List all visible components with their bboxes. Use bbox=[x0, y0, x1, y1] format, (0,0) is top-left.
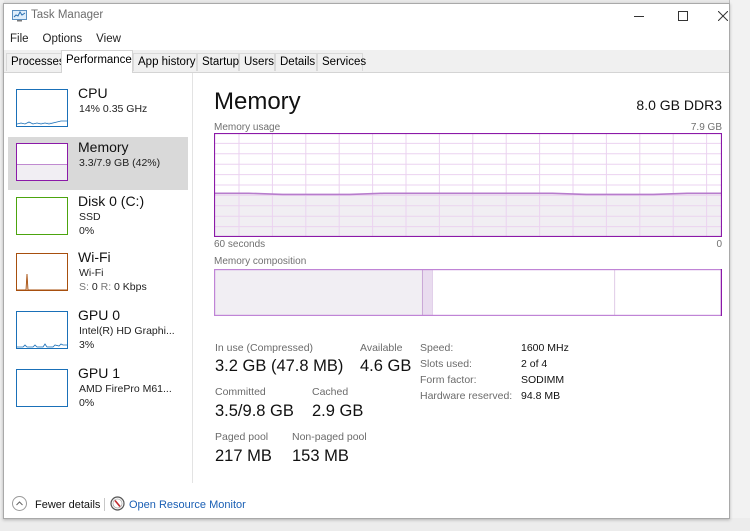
form-factor-label: Form factor: bbox=[420, 374, 477, 386]
usage-area bbox=[215, 193, 721, 236]
close-icon bbox=[718, 11, 728, 21]
footer-divider bbox=[104, 498, 105, 511]
menu-view[interactable]: View bbox=[89, 30, 128, 50]
task-manager-app-icon bbox=[12, 10, 27, 22]
time-axis-right: 0 bbox=[716, 239, 722, 250]
page-title: Memory bbox=[214, 88, 301, 115]
disk-usage: 0% bbox=[79, 225, 95, 237]
memory-composition-label: Memory composition bbox=[214, 256, 307, 267]
tab-processes[interactable]: Processes bbox=[6, 53, 65, 71]
tab-performance[interactable]: Performance bbox=[61, 50, 133, 73]
task-manager-window: Task Manager File Options View Processes… bbox=[3, 3, 730, 519]
performance-sidebar: CPU 14% 0.35 GHz Memory 3.3/7.9 GB (42%)… bbox=[4, 73, 193, 483]
non-paged-pool-label: Non-paged pool bbox=[292, 431, 367, 443]
hardware-reserved-label: Hardware reserved: bbox=[420, 390, 513, 402]
background-window-bottom bbox=[0, 518, 750, 531]
wifi-throughput: S: 0 R: 0 Kbps bbox=[79, 281, 147, 293]
gpu0-usage: 3% bbox=[79, 339, 95, 351]
menu-options[interactable]: Options bbox=[36, 30, 90, 50]
slots-used-value: 2 of 4 bbox=[521, 358, 548, 370]
memory-usage-graph bbox=[214, 133, 722, 237]
gpu0-model: Intel(R) HD Graphi... bbox=[79, 325, 175, 337]
paged-pool-label: Paged pool bbox=[215, 431, 269, 443]
maximize-button[interactable] bbox=[664, 4, 702, 28]
gpu1-label: GPU 1 bbox=[78, 365, 121, 381]
window-title: Task Manager bbox=[31, 9, 104, 21]
sidebar-item-gpu-1[interactable]: GPU 1 AMD FirePro M61... 0% bbox=[8, 363, 188, 416]
open-resource-monitor-link[interactable]: Open Resource Monitor bbox=[129, 499, 246, 511]
memory-usage: 3.3/7.9 GB (42%) bbox=[79, 157, 161, 169]
wifi-thumbnail-graph bbox=[16, 253, 68, 291]
disk-type: SSD bbox=[79, 211, 101, 223]
memory-detail-pane: Memory 8.0 GB DDR3 Memory usage 7.9 GB 6… bbox=[214, 73, 722, 483]
resource-monitor-icon bbox=[110, 496, 125, 511]
paged-pool-value: 217 MB bbox=[215, 447, 272, 465]
sidebar-item-disk-0[interactable]: Disk 0 (C:) SSD 0% bbox=[8, 191, 188, 244]
sidebar-item-cpu[interactable]: CPU 14% 0.35 GHz bbox=[8, 83, 188, 136]
gpu0-label: GPU 0 bbox=[78, 307, 121, 323]
chevron-up-icon bbox=[16, 501, 23, 506]
in-use-value: 3.2 GB (47.8 MB) bbox=[215, 357, 344, 375]
form-factor-value: SODIMM bbox=[521, 374, 565, 386]
minimize-icon bbox=[634, 16, 644, 17]
fewer-details-button[interactable]: Fewer details bbox=[35, 499, 100, 511]
cached-value: 2.9 GB bbox=[312, 402, 364, 420]
memory-spec: 8.0 GB DDR3 bbox=[636, 97, 722, 113]
menu-bar: File Options View bbox=[4, 30, 128, 50]
memory-usage-max: 7.9 GB bbox=[690, 122, 722, 133]
minimize-button[interactable] bbox=[620, 4, 658, 28]
background-window-right bbox=[729, 0, 750, 531]
hardware-reserved-value: 94.8 MB bbox=[521, 390, 561, 402]
menu-file[interactable]: File bbox=[4, 30, 36, 50]
committed-value: 3.5/9.8 GB bbox=[215, 402, 294, 420]
cpu-thumbnail-graph bbox=[16, 89, 68, 127]
available-value: 4.6 GB bbox=[360, 357, 412, 375]
in-use-label: In use (Compressed) bbox=[215, 342, 314, 354]
memory-label: Memory bbox=[78, 139, 129, 155]
time-axis-left: 60 seconds bbox=[214, 239, 266, 250]
gpu0-thumbnail-graph bbox=[16, 311, 68, 349]
speed-value: 1600 MHz bbox=[521, 342, 569, 354]
cpu-usage: 14% 0.35 GHz bbox=[79, 103, 148, 115]
tab-bar: Processes Performance App history Startu… bbox=[4, 50, 729, 73]
sidebar-item-wifi[interactable]: Wi-Fi Wi-Fi S: 0 R: 0 Kbps bbox=[8, 247, 188, 300]
cached-label: Cached bbox=[312, 386, 349, 398]
wifi-adapter: Wi-Fi bbox=[79, 267, 104, 279]
fewer-details-toggle[interactable] bbox=[12, 496, 27, 511]
gpu1-model: AMD FirePro M61... bbox=[79, 383, 172, 395]
maximize-icon bbox=[678, 11, 688, 21]
committed-label: Committed bbox=[215, 386, 266, 398]
memory-usage-label: Memory usage bbox=[214, 122, 281, 133]
footer-bar: Fewer details Open Resource Monitor bbox=[4, 491, 729, 517]
non-paged-pool-value: 153 MB bbox=[292, 447, 349, 465]
speed-label: Speed: bbox=[420, 342, 454, 354]
disk-label: Disk 0 (C:) bbox=[78, 193, 145, 209]
sidebar-item-gpu-0[interactable]: GPU 0 Intel(R) HD Graphi... 3% bbox=[8, 305, 188, 358]
tab-details[interactable]: Details bbox=[275, 53, 317, 71]
wifi-label: Wi-Fi bbox=[78, 249, 111, 265]
memory-thumbnail-graph bbox=[16, 143, 68, 181]
close-button[interactable] bbox=[704, 4, 742, 28]
tab-app-history[interactable]: App history bbox=[133, 53, 197, 71]
composition-modified bbox=[422, 270, 433, 315]
gpu1-usage: 0% bbox=[79, 397, 95, 409]
composition-standby bbox=[432, 270, 615, 315]
composition-in-use bbox=[215, 270, 423, 315]
composition-free bbox=[615, 270, 721, 315]
tab-startup[interactable]: Startup bbox=[197, 53, 239, 71]
available-label: Available bbox=[360, 342, 403, 354]
gpu1-thumbnail-graph bbox=[16, 369, 68, 407]
slots-used-label: Slots used: bbox=[420, 358, 472, 370]
cpu-label: CPU bbox=[78, 85, 108, 101]
sidebar-item-memory[interactable]: Memory 3.3/7.9 GB (42%) bbox=[8, 137, 188, 190]
tab-users[interactable]: Users bbox=[239, 53, 275, 71]
disk-thumbnail-graph bbox=[16, 197, 68, 235]
title-bar[interactable]: Task Manager bbox=[4, 4, 729, 28]
memory-composition-bar bbox=[214, 269, 722, 316]
tab-services[interactable]: Services bbox=[317, 53, 366, 71]
